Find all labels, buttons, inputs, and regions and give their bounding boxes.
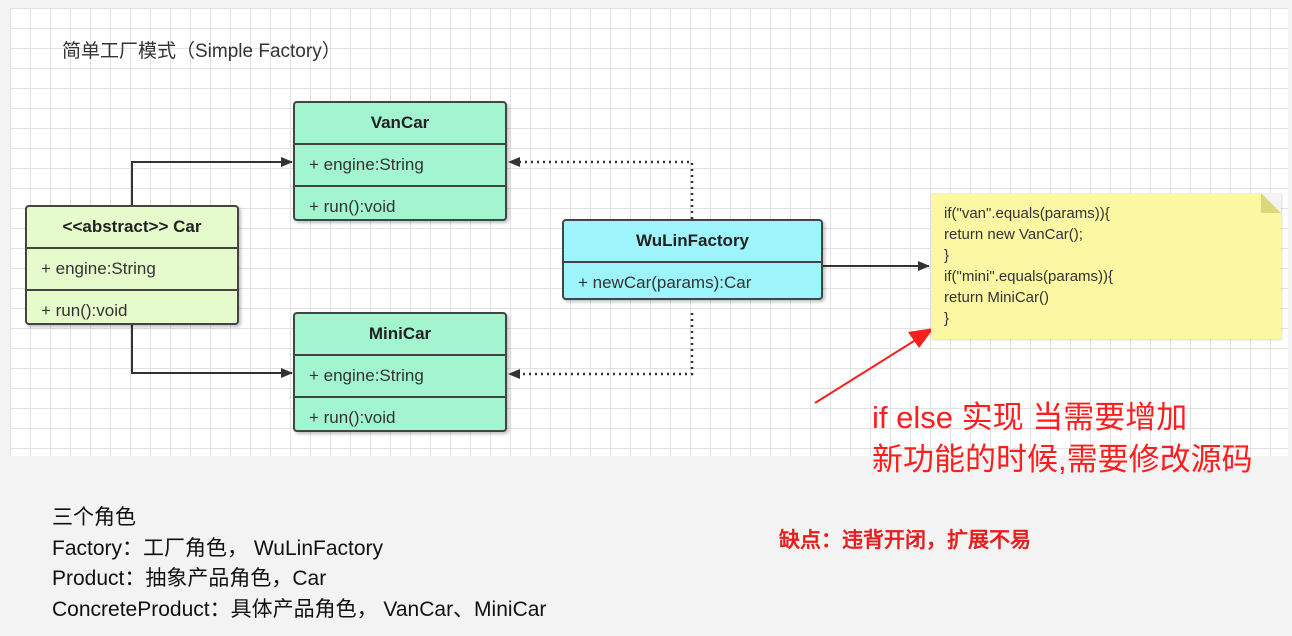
class-method: + run():void: [309, 197, 396, 216]
abstract-car-class[interactable]: <<abstract>> Car + engine:String + run()…: [25, 205, 239, 325]
factory-to-minicar-dependency: [508, 313, 694, 379]
annotation-line-2: 新功能的时候,需要修改源码: [872, 442, 1253, 477]
class-attribute: + engine:String: [295, 145, 505, 187]
roles-heading: 三个角色: [52, 506, 136, 529]
class-method: + run():void: [41, 301, 128, 320]
drawback-text: 缺点：违背开闭，扩展不易: [779, 527, 1031, 552]
note-line: return MiniCar(): [944, 289, 1050, 306]
role-product: Product：抽象产品角色，Car: [52, 567, 327, 590]
role-factory: Factory：工厂角色， WuLinFactory: [52, 537, 384, 560]
class-name: WuLinFactory: [564, 221, 821, 263]
car-to-vancar-arrow: [131, 157, 293, 205]
note-fold-corner: [1261, 193, 1281, 213]
code-note[interactable]: if("van".equals(params)){ return new Van…: [931, 193, 1281, 339]
annotation-line-1: if else 实现 当需要增加: [872, 400, 1188, 435]
note-line: }: [944, 310, 950, 327]
note-line: }: [944, 247, 950, 264]
class-attribute: + engine:String: [27, 249, 237, 291]
note-line: if("van".equals(params)){: [944, 205, 1110, 222]
vancar-class[interactable]: VanCar + engine:String + run():void: [293, 101, 507, 221]
class-name: VanCar: [295, 103, 505, 145]
class-name: MiniCar: [295, 314, 505, 356]
annotation-red-arrow: [814, 335, 923, 404]
class-name: <<abstract>> Car: [27, 207, 237, 249]
role-concrete-product: ConcreteProduct：具体产品角色， VanCar、MiniCar: [52, 598, 547, 621]
note-line: if("mini".equals(params)){: [944, 268, 1114, 285]
class-method: + run():void: [309, 408, 396, 427]
factory-to-vancar-dependency: [508, 157, 694, 219]
minicar-class[interactable]: MiniCar + engine:String + run():void: [293, 312, 507, 432]
note-line: return new VanCar();: [944, 226, 1083, 243]
class-attribute: + engine:String: [295, 356, 505, 398]
car-to-minicar-arrow: [131, 325, 293, 378]
class-method: + newCar(params):Car: [578, 273, 752, 292]
wulinfactory-class[interactable]: WuLinFactory + newCar(params):Car: [562, 219, 823, 300]
